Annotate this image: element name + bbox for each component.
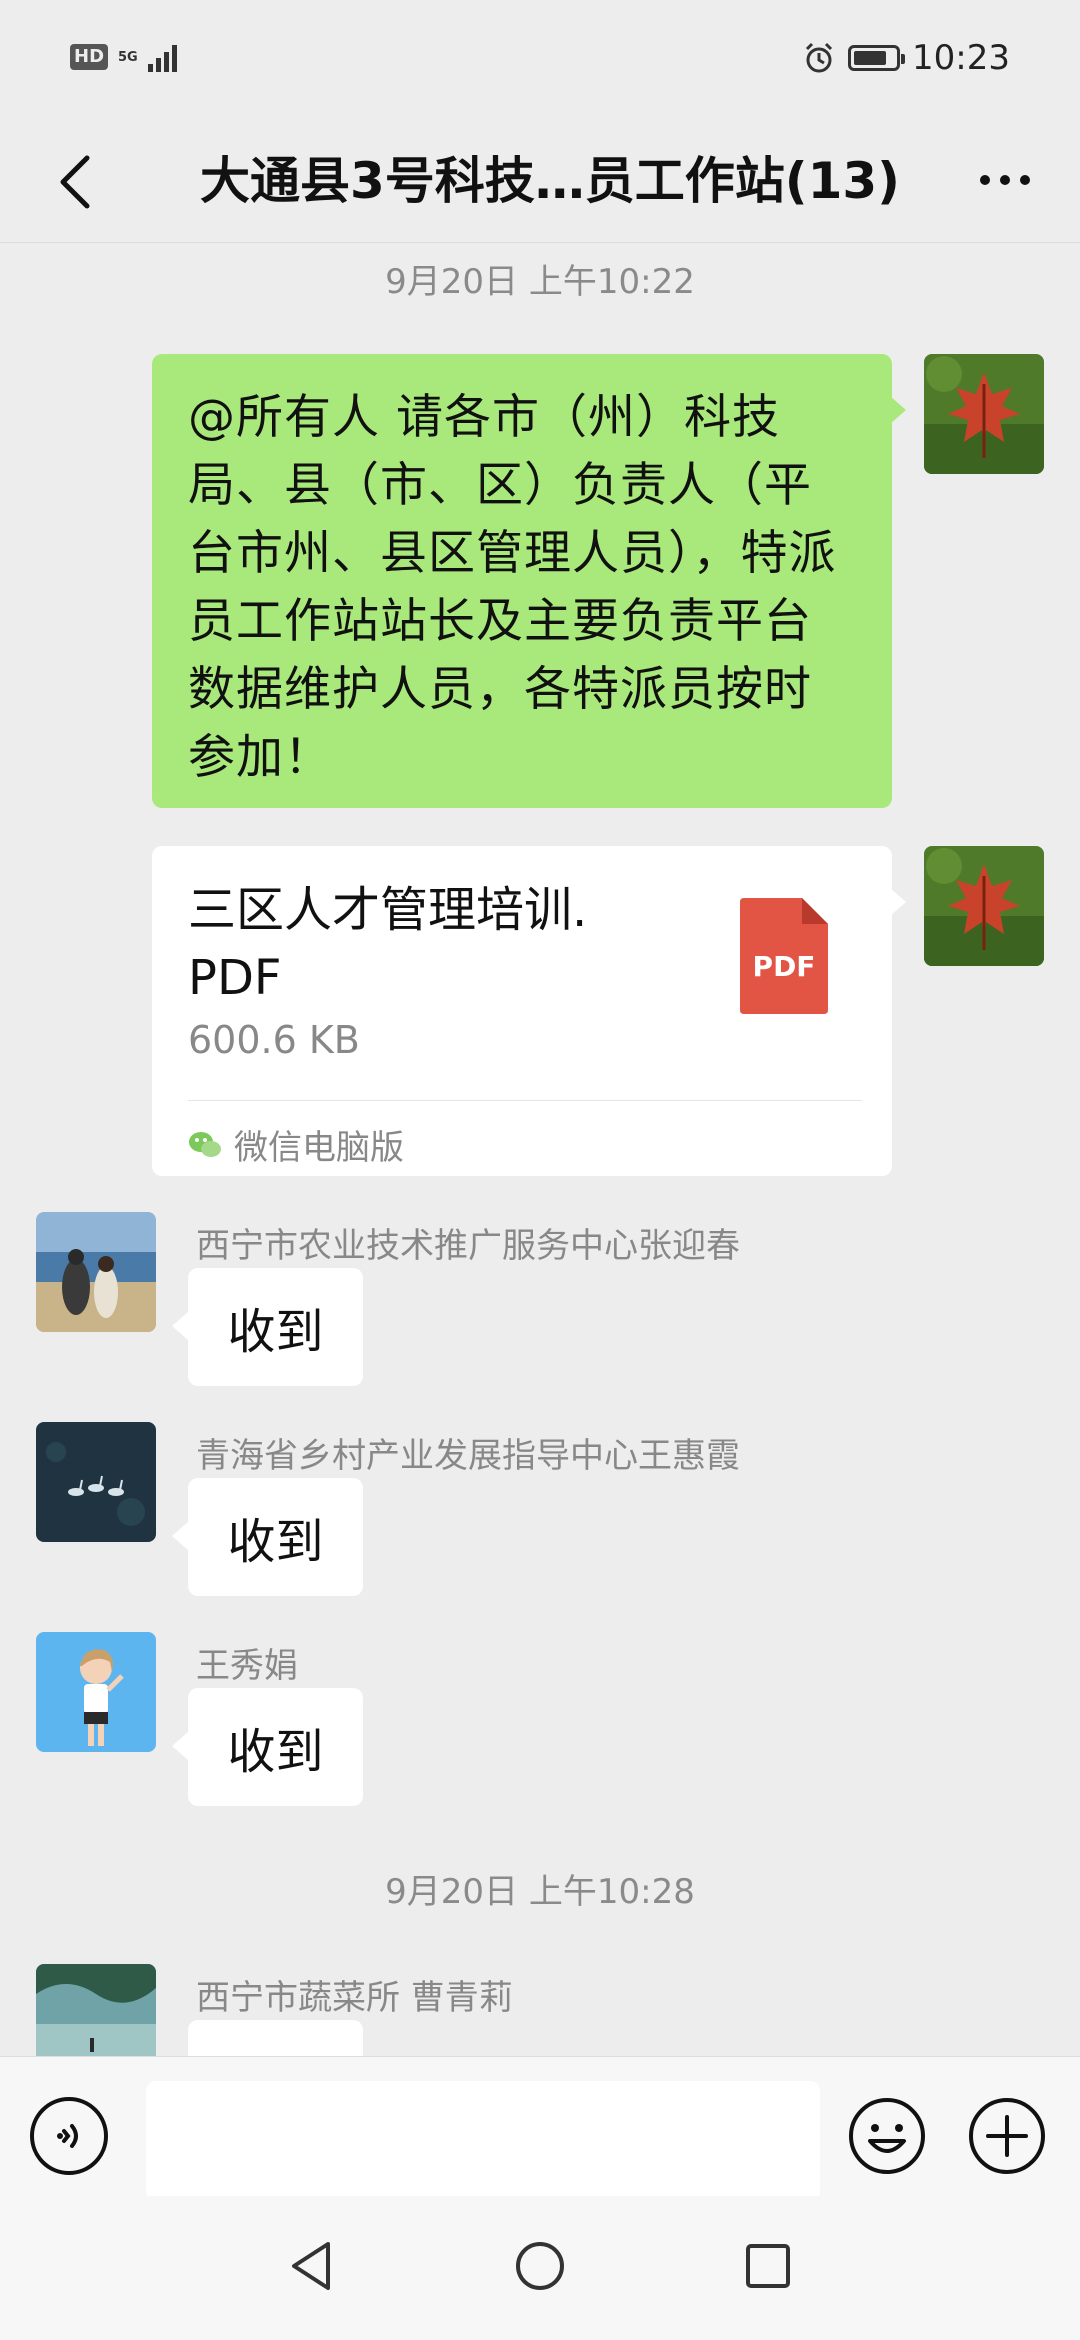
more-dot	[1000, 175, 1010, 185]
sender-name: 西宁市农业技术推广服务中心张迎春	[196, 1226, 740, 1266]
partial-message-row: 西宁市蔬菜所 曹青莉	[0, 1950, 1080, 2056]
swans-avatar-image	[36, 1422, 156, 1542]
more-dot	[1020, 175, 1030, 185]
pdf-file-icon: PDF	[740, 898, 828, 1014]
timestamp: 9月20日 上午10:28	[385, 1872, 695, 1912]
input-bar	[0, 2056, 1080, 2201]
square-recents-icon	[746, 2244, 790, 2288]
system-nav-bar	[0, 2196, 1080, 2340]
reply-bubble[interactable]: 收到	[188, 1478, 363, 1596]
my-message-bubble[interactable]: @所有人 请各市（州）科技局、县（市、区）负责人（平台市州、县区管理人员），特派…	[152, 354, 892, 808]
bubble-tail	[172, 1522, 188, 1550]
reply-bubble[interactable]	[188, 2020, 363, 2056]
message-input[interactable]	[146, 2081, 820, 2201]
sender-name: 王秀娟	[196, 1646, 298, 1686]
chevron-left-icon	[60, 155, 90, 209]
file-name-line: PDF	[188, 950, 282, 1006]
file-name: 三区人才管理培训. PDF	[188, 876, 587, 1012]
cartoon-girl-avatar-image	[36, 1632, 156, 1752]
status-bar: HD 5G 10:23	[0, 0, 1080, 120]
maple-leaf-avatar-image	[924, 846, 1044, 966]
bubble-tail	[890, 396, 906, 424]
nav-home-button[interactable]	[510, 2236, 570, 2296]
announcement-text: @所有人 请各市（州）科技局、县（市、区）负责人（平台市州、县区管理人员），特派…	[188, 390, 837, 785]
timestamp: 9月20日 上午10:22	[385, 262, 695, 302]
battery-level	[854, 51, 887, 65]
bubble-tail	[172, 1312, 188, 1340]
more-functions-button[interactable]	[968, 2097, 1046, 2175]
hd-badge: HD	[70, 44, 109, 70]
chat-title: 大通县3号科技…员工作站(13)	[199, 152, 901, 210]
bubble-tail	[890, 888, 906, 916]
status-right: 10:23	[802, 38, 1010, 78]
file-size: 600.6 KB	[188, 1018, 360, 1062]
file-name-line: 三区人才管理培训.	[188, 882, 588, 938]
sender-avatar[interactable]	[36, 1422, 156, 1542]
wechat-icon	[189, 1131, 221, 1157]
triangle-back-icon	[292, 2242, 330, 2290]
sender-avatar[interactable]	[36, 1212, 156, 1332]
voice-button[interactable]	[30, 2097, 108, 2175]
voice-icon	[57, 2124, 78, 2148]
landscape-avatar-image	[36, 1964, 156, 2056]
more-button[interactable]	[970, 150, 1040, 210]
nav-recents-button[interactable]	[738, 2236, 798, 2296]
status-left: HD 5G	[70, 42, 177, 72]
divider	[188, 1100, 862, 1101]
maple-leaf-avatar-image	[924, 354, 1044, 474]
clock: 10:23	[912, 38, 1010, 78]
sender-name: 青海省乡村产业发展指导中心王惠霞	[196, 1436, 740, 1476]
file-source-label: 微信电脑版	[234, 1128, 404, 1168]
sender-avatar[interactable]	[36, 1632, 156, 1752]
alarm-icon	[805, 42, 833, 73]
chat-header: 大通县3号科技…员工作站(13)	[0, 120, 1080, 243]
my-avatar[interactable]	[924, 354, 1044, 474]
sender-avatar[interactable]	[36, 1964, 156, 2056]
battery-icon	[848, 45, 906, 71]
more-dot	[980, 175, 990, 185]
photo-avatar-image	[36, 1212, 156, 1332]
smiley-icon	[849, 2098, 925, 2174]
file-source: 微信电脑版	[188, 1120, 404, 1169]
reply-bubble[interactable]: 收到	[188, 1688, 363, 1806]
bubble-tail	[172, 1732, 188, 1760]
circle-home-icon	[516, 2242, 564, 2290]
pdf-icon-label: PDF	[752, 950, 816, 983]
sender-name: 西宁市蔬菜所 曹青莉	[196, 1978, 513, 2018]
back-button[interactable]	[40, 142, 110, 222]
my-avatar[interactable]	[924, 846, 1044, 966]
nav-back-button[interactable]	[282, 2236, 342, 2296]
file-message-card[interactable]: 三区人才管理培训. PDF 600.6 KB PDF 微信电脑版	[152, 846, 892, 1176]
signal-icon	[147, 42, 177, 72]
network-type: 5G	[118, 49, 138, 65]
plus-circle-icon	[969, 2098, 1045, 2174]
emoji-button[interactable]	[848, 2097, 926, 2175]
reply-bubble[interactable]: 收到	[188, 1268, 363, 1386]
